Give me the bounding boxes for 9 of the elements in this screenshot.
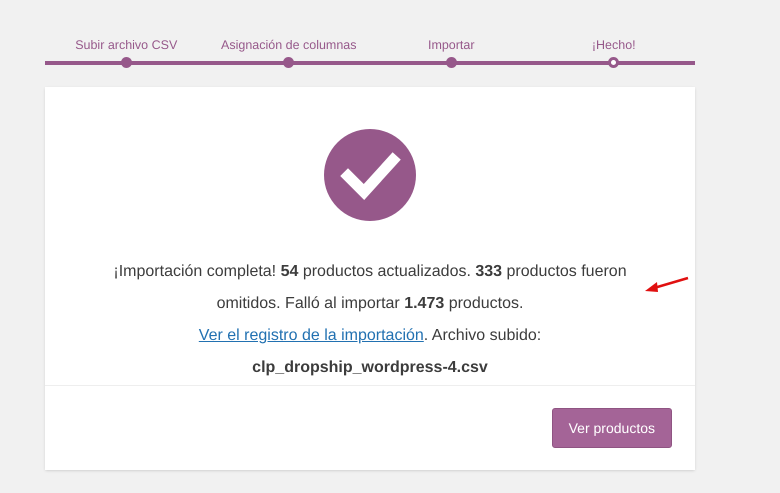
step-label: Importar — [428, 37, 475, 54]
import-log-link[interactable]: Ver el registro de la importación — [198, 327, 424, 344]
step-label: Asignación de columnas — [221, 37, 356, 54]
checkmark-icon — [324, 129, 416, 221]
step-label: Subir archivo CSV — [75, 37, 178, 54]
arrow-drawing — [644, 276, 690, 294]
import-result-message: ¡Importación completa! 54 productos actualizados. 333 productos fueron omitidos. Falló al importar 1.473 productos. Ver el registro de la importación. Archivo subido: clp_dropship_wordpress-4.csv — [112, 262, 628, 378]
step-label: ¡Hecho! — [592, 37, 636, 54]
view-products-button[interactable]: Ver productos — [552, 408, 672, 448]
